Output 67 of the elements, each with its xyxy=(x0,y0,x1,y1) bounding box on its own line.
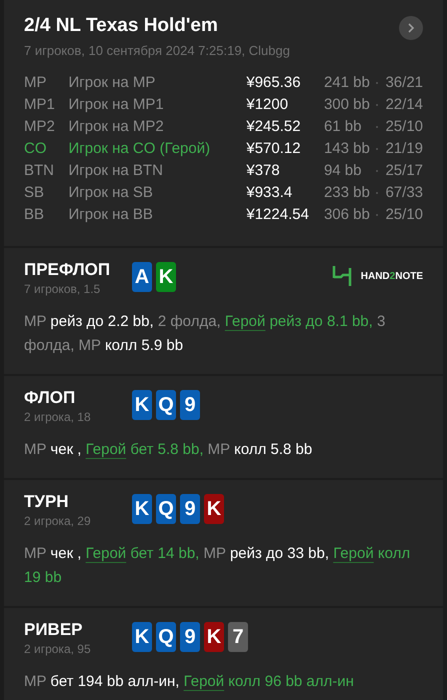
playing-card: 7 xyxy=(228,622,248,652)
stack-bb: 94 bb xyxy=(324,161,362,181)
brand-logo-text: HAND2NOTE xyxy=(360,270,423,284)
playing-card: K xyxy=(204,494,224,524)
player-stats: 21/19 xyxy=(385,139,424,159)
stack-bb: 233 bb xyxy=(324,183,371,203)
chevron-right-icon xyxy=(406,23,416,33)
player-name: Игрок на BB xyxy=(68,205,154,225)
playing-card: K xyxy=(132,390,152,420)
player-name: Игрок на CO (Герой) xyxy=(68,139,212,159)
player-name: Игрок на SB xyxy=(68,183,154,203)
street-title: РИВЕР xyxy=(24,620,84,640)
stack-bb: 306 bb xyxy=(324,205,371,225)
playing-card: Q xyxy=(156,390,176,420)
street-title: ФЛОП xyxy=(24,388,76,408)
street-title: ПРЕФЛОП xyxy=(24,260,112,280)
stack-bb: 61 bb xyxy=(324,117,362,137)
position-label: MP2 xyxy=(24,117,56,137)
street-subtitle: 2 игрока, 18 xyxy=(24,409,92,426)
playing-card: K xyxy=(132,622,152,652)
player-name: Игрок на BTN xyxy=(68,161,164,181)
stack-bb: 300 bb xyxy=(324,95,371,115)
playing-card: 9 xyxy=(180,494,200,524)
stack-amount: ¥245.52 xyxy=(246,117,302,137)
stack-amount: ¥1224.54 xyxy=(246,205,310,225)
position-label: MP xyxy=(24,73,48,93)
stack-bb: 241 bb xyxy=(324,73,371,93)
playing-card: Q xyxy=(156,494,176,524)
player-name: Игрок на MP2 xyxy=(68,117,165,137)
playing-card: K xyxy=(156,262,176,292)
position-label: CO xyxy=(24,139,48,159)
action-line: MP чек , Герой бет 14 bb, MP рейз до 33 bb, Герой колл 19 bb xyxy=(24,544,412,588)
hand-title: 2/4 NL Texas Hold'em xyxy=(24,14,218,38)
action-line: MP бет 194 bb алл-ин, Герой колл 96 bb алл-ин xyxy=(24,672,355,692)
player-stats: 36/21 xyxy=(385,73,424,93)
playing-card: 9 xyxy=(180,390,200,420)
street-title: ТУРН xyxy=(24,492,70,512)
player-stats: 25/10 xyxy=(385,205,424,225)
stack-amount: ¥965.36 xyxy=(246,73,302,93)
playing-card: K xyxy=(204,622,224,652)
stack-bb: 143 bb xyxy=(324,139,371,159)
street-subtitle: 2 игрока, 29 xyxy=(24,513,92,530)
playing-card: 9 xyxy=(180,622,200,652)
player-name: Игрок на MP xyxy=(68,73,156,93)
player-stats: 22/14 xyxy=(385,95,424,115)
street-subtitle: 7 игроков, 1.5 xyxy=(24,281,102,298)
stack-amount: ¥570.12 xyxy=(246,139,302,159)
player-stats: 25/10 xyxy=(385,117,424,137)
position-label: MP1 xyxy=(24,95,56,115)
logo-icon xyxy=(330,264,353,288)
stack-amount: ¥378 xyxy=(246,161,281,181)
action-line: MP рейз до 2.2 bb, 2 фолда, Герой рейз до 8.1 bb, 3 фолда, MP колл 5.9 bb xyxy=(24,312,386,356)
playing-card: A xyxy=(132,262,152,292)
stack-amount: ¥1200 xyxy=(246,95,290,115)
position-label: BTN xyxy=(24,161,55,181)
player-stats: 25/17 xyxy=(385,161,424,181)
action-line: MP чек , Герой бет 5.8 bb, MP колл 5.8 bb xyxy=(24,440,314,460)
stack-amount: ¥933.4 xyxy=(246,183,294,203)
position-label: SB xyxy=(24,183,46,203)
player-name: Игрок на MP1 xyxy=(68,95,165,115)
street-subtitle: 2 игрока, 95 xyxy=(24,641,92,658)
hand-subtitle: 7 игроков, 10 сентября 2024 7:25:19, Clubgg xyxy=(24,42,291,60)
playing-card: K xyxy=(132,494,152,524)
playing-card: Q xyxy=(156,622,176,652)
position-label: BB xyxy=(24,205,46,225)
player-stats: 67/33 xyxy=(385,183,424,203)
next-button[interactable] xyxy=(399,16,423,40)
